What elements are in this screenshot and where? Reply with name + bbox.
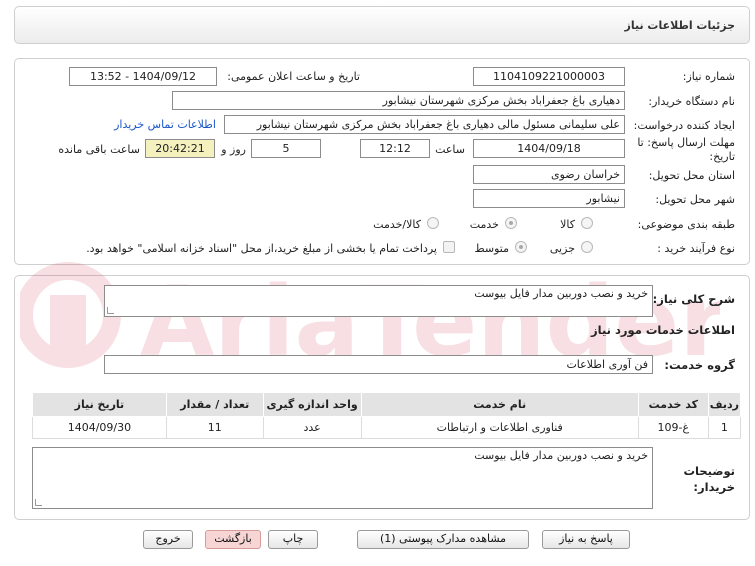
buyer-notes-label: توضیحات (683, 464, 736, 478)
province-field[interactable]: خراسان رضوی (473, 165, 625, 184)
buyer-org-field[interactable]: دهیاری باغ جعفراباد بخش مرکزی شهرستان نی… (172, 91, 625, 110)
days-label: روز و (221, 143, 246, 156)
col-service-code: کد خدمت (637, 392, 709, 417)
services-table: ردیف کد خدمت نام خدمت واحد اندازه گیری ت… (32, 392, 742, 439)
back-button[interactable]: بازگشت (205, 530, 261, 549)
summary-label: شرح کلی نیاز: (652, 292, 735, 306)
print-button[interactable]: چاپ (268, 530, 318, 549)
col-unit: واحد اندازه گیری (262, 392, 362, 417)
category-label: طبقه بندی موضوعی: (637, 218, 735, 231)
col-service-name: نام خدمت (360, 392, 639, 417)
process-radio-medium[interactable] (515, 241, 527, 253)
process-radio-minor[interactable] (581, 241, 593, 253)
creator-field[interactable]: علی سلیمانی مسئول مالی دهیاری باغ جعفراب… (224, 115, 625, 134)
announce-field[interactable]: 1404/09/12 - 13:52 (69, 67, 217, 86)
time-label: ساعت (435, 143, 465, 156)
cell-need-date: 1404/09/30 (32, 416, 167, 439)
cell-quantity: 11 (165, 416, 264, 439)
col-row: ردیف (707, 392, 742, 417)
details-panel (14, 58, 750, 265)
service-group-field[interactable]: فن آوری اطلاعات (104, 355, 653, 374)
remaining-label: ساعت باقی مانده (58, 143, 140, 156)
col-need-date: تاریخ نیاز (32, 392, 167, 417)
deadline-label: مهلت ارسال پاسخ: تا (637, 136, 735, 149)
buyer-notes-text: خرید و نصب دوربین مدار فایل بیوست (474, 449, 648, 462)
deadline-label-2: تاریخ: (709, 150, 735, 163)
service-group-label: گروه خدمت: (664, 358, 735, 372)
category-option-both: کالا/خدمت (373, 218, 421, 231)
need-number-label: شماره نیاز: (682, 70, 735, 83)
buyer-notes-label-2: خریدار: (693, 480, 735, 494)
table-header-row: ردیف کد خدمت نام خدمت واحد اندازه گیری ت… (32, 392, 742, 417)
cell-row: 1 (707, 416, 742, 439)
services-section-title: اطلاعات خدمات مورد نیاز (591, 323, 735, 337)
page-title: جزئیات اطلاعات نیاز (624, 19, 736, 32)
buyer-notes-textarea[interactable]: خرید و نصب دوربین مدار فایل بیوست (32, 447, 653, 509)
reply-button[interactable]: پاسخ به نیاز (542, 530, 630, 549)
summary-textarea[interactable]: خرید و نصب دوربین مدار فایل بیوست (104, 285, 653, 317)
cell-unit: عدد (262, 416, 362, 439)
category-radio-service[interactable] (505, 217, 517, 229)
view-attachments-button[interactable]: مشاهده مدارک پیوستی (1) (357, 530, 529, 549)
buyer-org-label: نام دستگاه خریدار: (648, 95, 735, 108)
creator-label: ایجاد کننده درخواست: (633, 119, 735, 132)
cell-service-code: غ-109 (637, 416, 709, 439)
category-option-goods: کالا (560, 218, 575, 231)
province-label: استان محل تحویل: (648, 169, 735, 182)
process-option-minor: جزیی (549, 242, 575, 255)
summary-text: خرید و نصب دوربین مدار فایل بیوست (474, 287, 648, 300)
need-number-field[interactable]: 1104109221000003 (473, 67, 625, 86)
cell-service-name: فناوری اطلاعات و ارتباطات (360, 416, 639, 439)
table-row[interactable]: 1 غ-109 فناوری اطلاعات و ارتباطات عدد 11… (32, 416, 742, 439)
category-radio-both[interactable] (427, 217, 439, 229)
deadline-time-field[interactable]: 12:12 (360, 139, 430, 158)
treasury-checkbox[interactable] (443, 241, 455, 253)
payment-note: پرداخت تمام یا بخشی از مبلغ خرید،از محل … (86, 242, 437, 255)
city-field[interactable]: نیشابور (473, 189, 625, 208)
page-header: جزئیات اطلاعات نیاز (14, 6, 750, 44)
category-radio-goods[interactable] (581, 217, 593, 229)
category-option-service: خدمت (469, 218, 499, 231)
deadline-date-field[interactable]: 1404/09/18 (473, 139, 625, 158)
col-quantity: تعداد / مقدار (165, 392, 264, 417)
city-label: شهر محل تحویل: (655, 193, 735, 206)
process-option-medium: متوسط (474, 242, 509, 255)
process-label: نوع فرآیند خرید : (657, 242, 735, 255)
exit-button[interactable]: خروج (143, 530, 193, 549)
remaining-time-field: 20:42:21 (145, 139, 215, 158)
resize-handle[interactable] (107, 307, 114, 314)
resize-handle[interactable] (35, 499, 42, 506)
contact-info-link[interactable]: اطلاعات تماس خریدار (114, 118, 216, 131)
days-field[interactable]: 5 (251, 139, 321, 158)
announce-label: تاریخ و ساعت اعلان عمومی: (227, 70, 360, 83)
